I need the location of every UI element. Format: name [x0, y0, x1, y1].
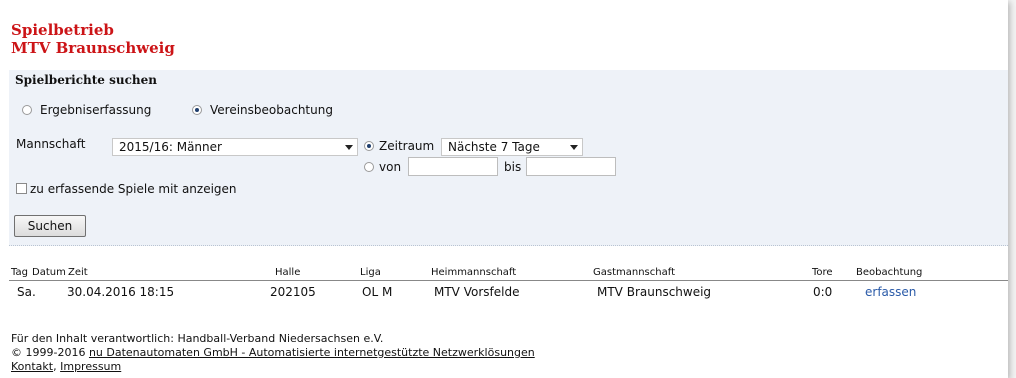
- team-label: Mannschaft: [16, 137, 86, 151]
- col-tore: Tore: [812, 267, 833, 278]
- zeitraum-label: Zeitraum: [379, 139, 435, 153]
- cell-liga: OL M: [362, 285, 393, 299]
- col-gastmannschaft: Gastmannschaft: [593, 267, 675, 278]
- copyright-text: © 1999-2016: [11, 346, 89, 359]
- search-heading: Spielberichte suchen: [15, 73, 157, 87]
- cell-tag: Sa.: [17, 285, 36, 299]
- team-select-value: 2015/16: Männer: [119, 140, 222, 154]
- col-heimmannschaft: Heimmannschaft: [431, 267, 517, 278]
- von-label: von: [379, 160, 402, 174]
- zeitraum-radio[interactable]: [364, 141, 374, 151]
- cell-halle: 202105: [270, 285, 316, 299]
- title-line-2: MTV Braunschweig: [11, 39, 175, 57]
- title-line-1: Spielbetrieb: [11, 21, 114, 39]
- vereinsbeobachtung-label[interactable]: Vereinsbeobachtung: [210, 103, 333, 118]
- cell-heimmannschaft: MTV Vorsfelde: [434, 285, 520, 299]
- range-select-value: Nächste 7 Tage: [448, 140, 540, 154]
- ergebniserfassung-label[interactable]: Ergebniserfassung: [40, 103, 151, 118]
- ergebniserfassung-radio[interactable]: [22, 105, 32, 115]
- team-select[interactable]: 2015/16: Männer: [112, 138, 358, 156]
- footer-copyright: © 1999-2016 nu Datenautomaten GmbH - Aut…: [11, 346, 535, 359]
- chevron-down-icon: [345, 145, 353, 150]
- vereinsbeobachtung-radio[interactable]: [192, 105, 202, 115]
- range-select[interactable]: Nächste 7 Tage: [441, 138, 583, 156]
- col-halle: Halle: [275, 267, 301, 278]
- kontakt-link[interactable]: Kontakt: [11, 360, 53, 373]
- bis-date-input[interactable]: [526, 157, 616, 176]
- page: Spielbetrieb MTV Braunschweig Spielberic…: [0, 0, 1008, 378]
- include-unrecorded-checkbox[interactable]: [16, 183, 27, 194]
- table-header-divider: [9, 280, 1008, 281]
- search-panel: [9, 70, 1008, 246]
- von-radio[interactable]: [364, 162, 374, 172]
- von-date-input[interactable]: [408, 157, 498, 176]
- col-beobachtung: Beobachtung: [856, 267, 923, 278]
- nu-datenautomaten-link[interactable]: nu Datenautomaten GmbH - Automatisierte …: [89, 346, 535, 359]
- col-zeit: Zeit: [68, 267, 88, 278]
- bis-label: bis: [504, 160, 522, 174]
- impressum-link[interactable]: Impressum: [60, 360, 121, 373]
- col-liga: Liga: [360, 267, 381, 278]
- erfassen-link[interactable]: erfassen: [865, 285, 916, 299]
- col-tag: Tag: [11, 267, 28, 278]
- col-datum: Datum: [32, 267, 66, 278]
- search-button[interactable]: Suchen: [14, 215, 86, 237]
- include-unrecorded-label[interactable]: zu erfassende Spiele mit anzeigen: [30, 182, 237, 197]
- cell-datum-zeit: 30.04.2016 18:15: [67, 285, 175, 299]
- cell-gastmannschaft: MTV Braunschweig: [597, 285, 712, 299]
- cell-tore: 0:0: [813, 285, 833, 299]
- footer-responsible: Für den Inhalt verantwortlich: Handball-…: [11, 332, 384, 345]
- chevron-down-icon: [570, 145, 578, 150]
- footer-links: Kontakt, Impressum: [11, 360, 121, 373]
- page-title: Spielbetrieb MTV Braunschweig: [11, 21, 175, 57]
